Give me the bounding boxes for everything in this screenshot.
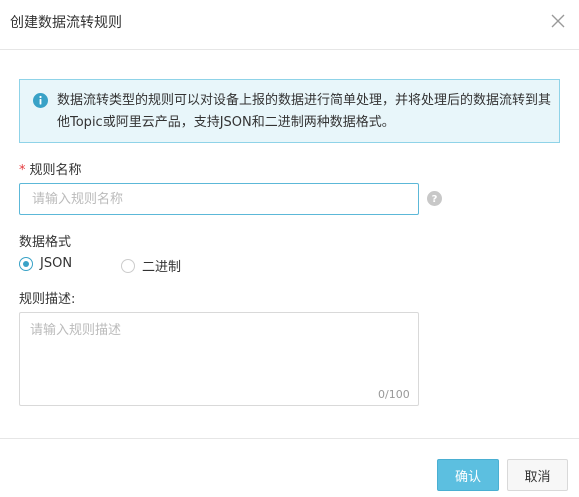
dialog-title: 创建数据流转规则: [10, 15, 122, 31]
required-mark: *: [19, 163, 26, 178]
description-label: 规则描述:: [19, 292, 76, 307]
radio-json[interactable]: JSON: [19, 256, 72, 271]
info-alert: 数据流转类型的规则可以对设备上报的数据进行简单处理，并将处理后的数据流转到其他T…: [19, 79, 560, 143]
radio-json-label: JSON: [40, 256, 73, 271]
radio-binary[interactable]: 二进制: [121, 256, 181, 275]
radio-binary-circle[interactable]: [121, 258, 135, 273]
char-counter: 0/100: [378, 388, 410, 401]
radio-binary-label: 二进制: [142, 260, 182, 275]
question-icon[interactable]: ?: [427, 191, 442, 206]
footer-divider: [0, 438, 579, 439]
rule-name-input[interactable]: [19, 183, 419, 215]
cancel-button[interactable]: 取消: [507, 459, 568, 491]
rule-name-label: * 规则名称: [19, 159, 82, 178]
create-rule-dialog: 创建数据流转规则 数据流转类型的规则可以对设备上报的数据进行简单处理，并将处理后…: [0, 0, 579, 497]
svg-text:?: ?: [432, 194, 438, 205]
radio-json-circle[interactable]: [19, 256, 33, 271]
description-textarea[interactable]: [19, 312, 419, 406]
confirm-button[interactable]: 确认: [437, 459, 499, 491]
data-format-label: 数据格式: [19, 235, 72, 250]
info-text: 数据流转类型的规则可以对设备上报的数据进行简单处理，并将处理后的数据流转到其他T…: [57, 93, 552, 130]
dialog-header: 创建数据流转规则: [0, 0, 579, 50]
rule-name-label-text: 规则名称: [29, 163, 82, 178]
info-icon: [33, 93, 48, 108]
close-icon[interactable]: [551, 14, 565, 28]
